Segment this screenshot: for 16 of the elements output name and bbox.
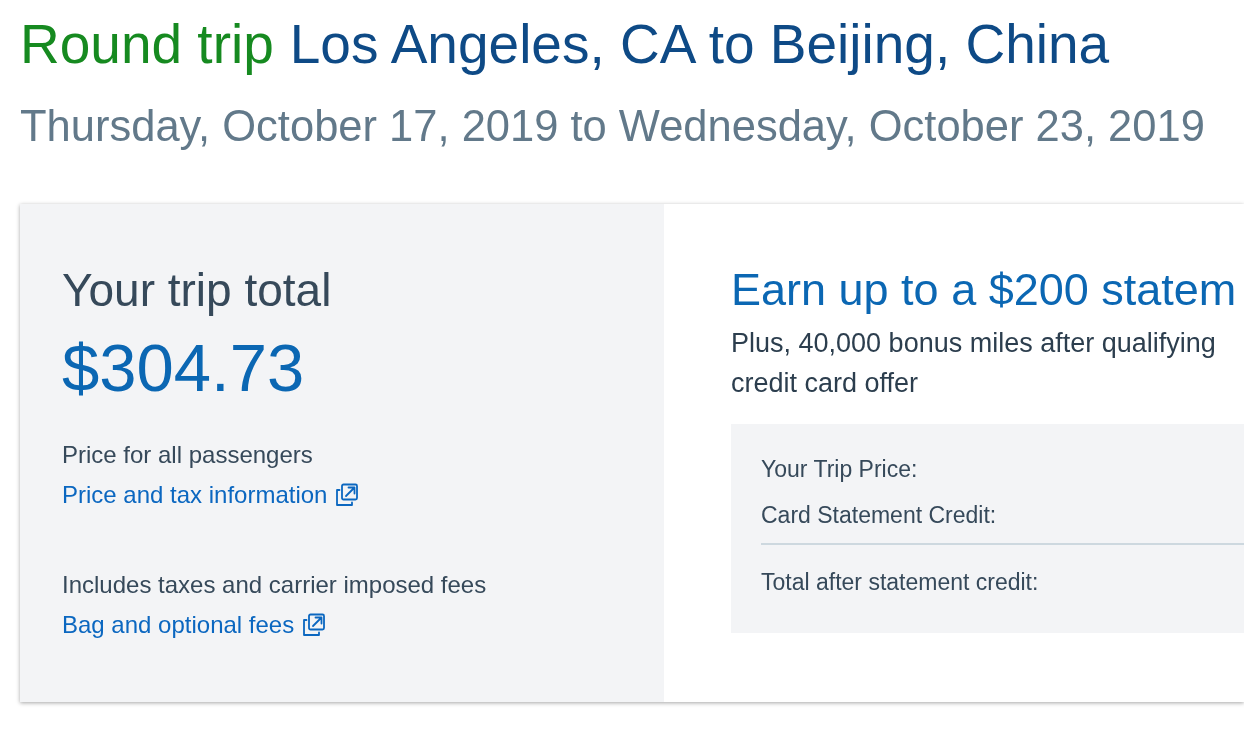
trip-total-heading: Your trip total: [62, 264, 332, 316]
info-link[interactable]: Bag and optional fees: [62, 605, 327, 645]
price-note: Price for all passengers: [62, 440, 313, 470]
offer-heading: Earn up to a $200 statem: [731, 264, 1237, 316]
breakdown-label: Your Trip Price:: [761, 455, 918, 484]
route-title: Los Angeles, CA to Beijing, China: [289, 12, 1110, 76]
total-label: Total after statement credit:: [761, 568, 1039, 597]
external-link-icon: [335, 483, 360, 507]
external-link-icon: [302, 613, 327, 637]
travel-dates: Thursday, October 17, 2019 to Wednesday, October 23, 2019: [20, 101, 1205, 152]
breakdown-label: Card Statement Credit:: [761, 501, 997, 530]
price-note: Includes taxes and carrier imposed fees: [62, 570, 487, 600]
trip-type-title: Round trip: [20, 12, 274, 76]
trip-total-amount: $304.73: [62, 329, 305, 407]
offer-description: Plus, 40,000 bonus miles after qualifying credit card offer: [731, 327, 1216, 400]
info-link[interactable]: Price and tax information: [62, 475, 360, 515]
